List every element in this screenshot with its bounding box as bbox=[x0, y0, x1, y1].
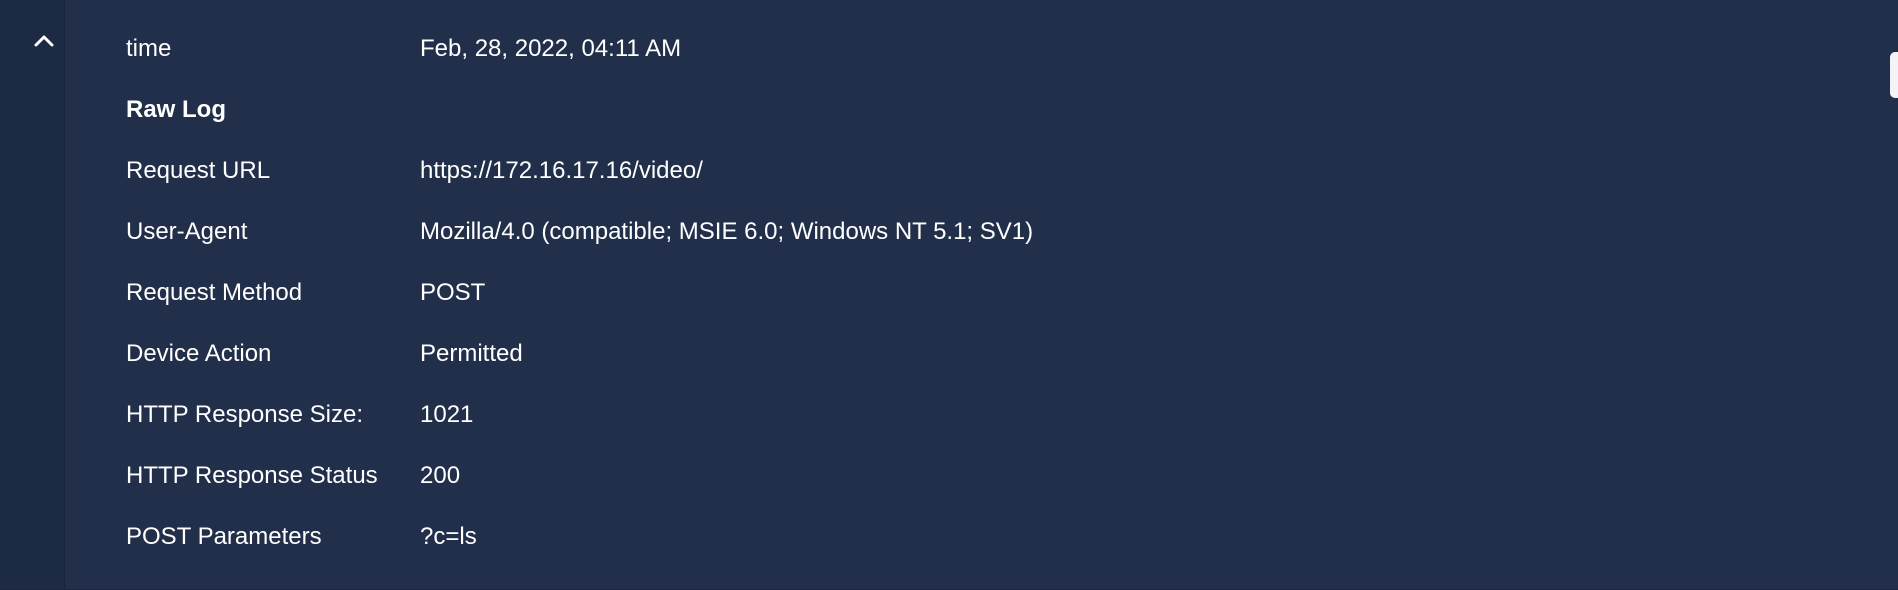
collapse-toggle-button[interactable] bbox=[28, 28, 60, 52]
field-post-parameters: POST Parameters ?c=ls bbox=[126, 506, 1826, 567]
field-value-request-method: POST bbox=[420, 278, 486, 306]
field-http-response-size: HTTP Response Size: 1021 bbox=[126, 384, 1826, 445]
field-value-user-agent: Mozilla/4.0 (compatible; MSIE 6.0; Windo… bbox=[420, 217, 1034, 245]
field-user-agent: User-Agent Mozilla/4.0 (compatible; MSIE… bbox=[126, 201, 1826, 262]
field-label-device-action: Device Action bbox=[126, 339, 272, 367]
raw-log-heading: Raw Log bbox=[126, 95, 226, 123]
field-value-http-response-size: 1021 bbox=[420, 400, 474, 428]
chevron-up-icon bbox=[34, 35, 54, 47]
field-label-time: time bbox=[126, 34, 172, 62]
field-value-http-response-status: 200 bbox=[420, 461, 461, 489]
log-detail-panel: time Feb, 28, 2022, 04:11 AM Raw Log Req… bbox=[0, 0, 1898, 590]
raw-log-heading-row: Raw Log bbox=[126, 79, 1826, 140]
scrollbar-handle[interactable] bbox=[1890, 52, 1898, 98]
field-request-method: Request Method POST bbox=[126, 262, 1826, 323]
row-gutter bbox=[0, 0, 65, 590]
field-http-response-status: HTTP Response Status 200 bbox=[126, 445, 1826, 506]
field-device-action: Device Action Permitted bbox=[126, 323, 1826, 384]
field-label-user-agent: User-Agent bbox=[126, 217, 248, 245]
field-label-http-response-status: HTTP Response Status bbox=[126, 461, 378, 489]
field-value-post-parameters: ?c=ls bbox=[420, 522, 477, 550]
log-fields: time Feb, 28, 2022, 04:11 AM Raw Log Req… bbox=[126, 18, 1826, 567]
field-label-post-parameters: POST Parameters bbox=[126, 522, 322, 550]
field-label-request-url: Request URL bbox=[126, 156, 271, 184]
field-value-time: Feb, 28, 2022, 04:11 AM bbox=[420, 34, 682, 62]
field-label-http-response-size: HTTP Response Size: bbox=[126, 400, 363, 428]
field-value-request-url: https://172.16.17.16/video/ bbox=[420, 156, 703, 184]
field-time: time Feb, 28, 2022, 04:11 AM bbox=[126, 18, 1826, 79]
field-request-url: Request URL https://172.16.17.16/video/ bbox=[126, 140, 1826, 201]
field-value-device-action: Permitted bbox=[420, 339, 523, 367]
field-label-request-method: Request Method bbox=[126, 278, 303, 306]
